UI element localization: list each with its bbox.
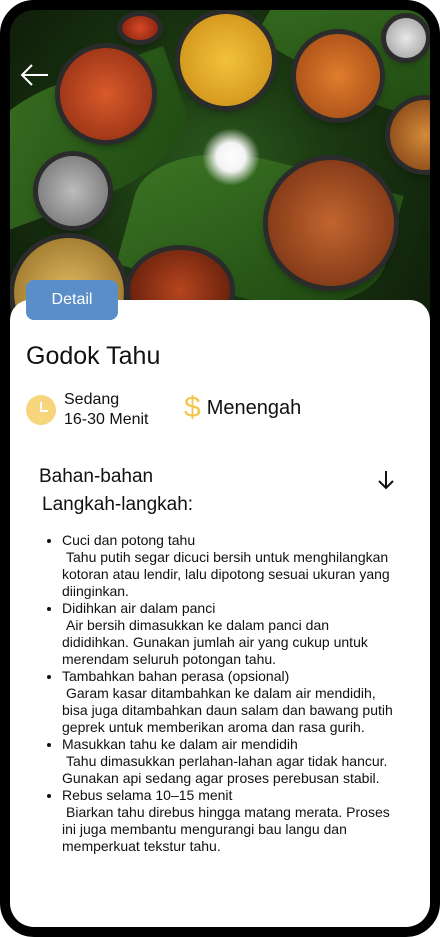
steps-list[interactable]: Cuci dan potong tahuTahu putih segar dic… — [40, 532, 398, 880]
step-title: Rebus selama 10–15 menit — [62, 787, 233, 803]
step-title: Didihkan air dalam panci — [62, 600, 216, 616]
step-title: Tambahkan bahan perasa (opsional) — [62, 668, 290, 684]
step-item: Didihkan air dalam panciAir bersih dimas… — [62, 600, 398, 668]
step-description: Biarkan tahu direbus hingga matang merat… — [62, 804, 390, 854]
price-level-text: Menengah — [206, 396, 302, 419]
clock-icon — [26, 395, 56, 425]
ingredients-header[interactable]: Bahan-bahan — [39, 466, 153, 488]
difficulty-text: Sedang — [64, 391, 120, 408]
step-item: Cuci dan potong tahuTahu putih segar dic… — [62, 532, 398, 600]
step-title: Masukkan tahu ke dalam air mendidih — [62, 736, 298, 752]
back-arrow-icon[interactable] — [18, 58, 52, 92]
step-item: Rebus selama 10–15 menitBiarkan tahu dir… — [62, 787, 398, 855]
step-item: Masukkan tahu ke dalam air mendidihTahu … — [62, 736, 398, 787]
phone-frame: Detail Godok Tahu Sedang 16-30 Menit $ M… — [0, 0, 440, 937]
price-info: $ Menengah — [184, 393, 301, 423]
steps-header: Langkah-langkah: — [42, 494, 194, 515]
step-item: Tambahkan bahan perasa (opsional)Garam k… — [62, 668, 398, 736]
step-description: Garam kasar ditambahkan ke dalam air men… — [62, 685, 393, 735]
recipe-title: Godok Tahu — [26, 342, 161, 370]
detail-button[interactable]: Detail — [26, 280, 118, 320]
dollar-icon: $ — [184, 391, 201, 424]
step-description: Tahu putih segar dicuci bersih untuk men… — [62, 549, 390, 599]
duration-text: 16-30 Menit — [64, 411, 149, 428]
step-description: Air bersih dimasukkan ke dalam panci dan… — [62, 617, 368, 667]
time-info: Sedang 16-30 Menit — [26, 390, 149, 430]
arrow-down-icon[interactable] — [376, 468, 396, 492]
step-title: Cuci dan potong tahu — [62, 532, 196, 548]
step-description: Tahu dimasukkan perlahan-lahan agar tida… — [62, 753, 388, 786]
